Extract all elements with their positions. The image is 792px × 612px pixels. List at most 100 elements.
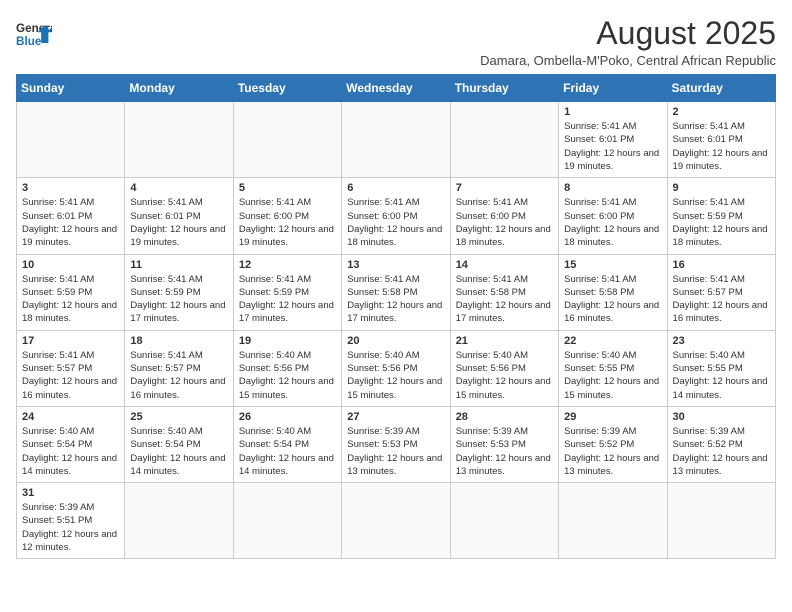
calendar-week-1: 1 Sunrise: 5:41 AM Sunset: 6:01 PM Daylig… — [17, 102, 776, 178]
day-number: 22 — [564, 335, 661, 347]
table-row: 16 Sunrise: 5:41 AM Sunset: 5:57 PM Dayli… — [667, 254, 775, 330]
table-row — [342, 483, 450, 559]
day-number: 30 — [673, 411, 770, 423]
day-info: Sunrise: 5:40 AM Sunset: 5:56 PM Dayligh… — [456, 349, 553, 402]
col-tuesday: Tuesday — [233, 75, 341, 102]
table-row: 18Sunrise: 5:41 AM Sunset: 5:57 PM Dayli… — [125, 330, 233, 406]
table-row: 29 Sunrise: 5:39 AM Sunset: 5:52 PM Dayli… — [559, 406, 667, 482]
table-row: 8 Sunrise: 5:41 AM Sunset: 6:00 PM Daylig… — [559, 178, 667, 254]
calendar-week-2: 3 Sunrise: 5:41 AM Sunset: 6:01 PM Daylig… — [17, 178, 776, 254]
svg-text:Blue: Blue — [16, 35, 42, 48]
day-info: Sunrise: 5:41 AM Sunset: 5:59 PM Dayligh… — [130, 273, 227, 326]
day-number: 3 — [22, 182, 119, 194]
table-row — [667, 483, 775, 559]
table-row: 21 Sunrise: 5:40 AM Sunset: 5:56 PM Dayli… — [450, 330, 558, 406]
day-info: Sunrise: 5:40 AM Sunset: 5:54 PM Dayligh… — [130, 425, 227, 478]
day-number: 10 — [22, 259, 119, 271]
calendar-week-5: 24 Sunrise: 5:40 AM Sunset: 5:54 PM Dayli… — [17, 406, 776, 482]
calendar-week-3: 10 Sunrise: 5:41 AM Sunset: 5:59 PM Dayli… — [17, 254, 776, 330]
table-row: 31 Sunrise: 5:39 AM Sunset: 5:51 PM Dayli… — [17, 483, 125, 559]
col-sunday: Sunday — [17, 75, 125, 102]
table-row — [450, 102, 558, 178]
calendar-week-6: 31 Sunrise: 5:39 AM Sunset: 5:51 PM Dayli… — [17, 483, 776, 559]
day-number: 28 — [456, 411, 553, 423]
table-row — [233, 102, 341, 178]
day-info: Sunrise: 5:41 AM Sunset: 6:00 PM Dayligh… — [347, 196, 444, 249]
col-wednesday: Wednesday — [342, 75, 450, 102]
day-info: Sunrise: 5:41 AM Sunset: 5:59 PM Dayligh… — [239, 273, 336, 326]
table-row: 25Sunrise: 5:40 AM Sunset: 5:54 PM Dayli… — [125, 406, 233, 482]
day-number: 2 — [673, 106, 770, 118]
location-subtitle: Damara, Ombella-M'Poko, Central African … — [480, 53, 776, 68]
day-info: Sunrise: 5:40 AM Sunset: 5:56 PM Dayligh… — [347, 349, 444, 402]
calendar-title-area: August 2025 Damara, Ombella-M'Poko, Cent… — [480, 16, 776, 68]
generalblue-logo-icon: General Blue — [16, 16, 52, 52]
day-number: 20 — [347, 335, 444, 347]
table-row — [450, 483, 558, 559]
day-info: Sunrise: 5:41 AM Sunset: 6:01 PM Dayligh… — [564, 120, 661, 173]
day-number: 16 — [673, 259, 770, 271]
table-row: 4 Sunrise: 5:41 AM Sunset: 6:01 PM Daylig… — [125, 178, 233, 254]
table-row — [559, 483, 667, 559]
day-info: Sunrise: 5:39 AM Sunset: 5:53 PM Dayligh… — [347, 425, 444, 478]
calendar-table: Sunday Monday Tuesday Wednesday Thursday… — [16, 74, 776, 559]
col-thursday: Thursday — [450, 75, 558, 102]
day-info: Sunrise: 5:41 AM Sunset: 5:58 PM Dayligh… — [456, 273, 553, 326]
table-row — [342, 102, 450, 178]
day-number: 18 — [130, 335, 227, 347]
day-info: Sunrise: 5:41 AM Sunset: 6:00 PM Dayligh… — [456, 196, 553, 249]
month-year-title: August 2025 — [480, 16, 776, 51]
day-number: 21 — [456, 335, 553, 347]
day-number: 8 — [564, 182, 661, 194]
table-row: 1 Sunrise: 5:41 AM Sunset: 6:01 PM Daylig… — [559, 102, 667, 178]
day-info: Sunrise: 5:41 AM Sunset: 5:59 PM Dayligh… — [673, 196, 770, 249]
day-number: 24 — [22, 411, 119, 423]
day-info: Sunrise: 5:41 AM Sunset: 5:57 PM Dayligh… — [22, 349, 119, 402]
day-info: Sunrise: 5:39 AM Sunset: 5:53 PM Dayligh… — [456, 425, 553, 478]
day-info: Sunrise: 5:41 AM Sunset: 5:58 PM Dayligh… — [347, 273, 444, 326]
day-info: Sunrise: 5:41 AM Sunset: 6:00 PM Dayligh… — [239, 196, 336, 249]
col-saturday: Saturday — [667, 75, 775, 102]
day-number: 1 — [564, 106, 661, 118]
table-row: 17 Sunrise: 5:41 AM Sunset: 5:57 PM Dayli… — [17, 330, 125, 406]
day-number: 19 — [239, 335, 336, 347]
table-row: 19Sunrise: 5:40 AM Sunset: 5:56 PM Dayli… — [233, 330, 341, 406]
table-row: 7 Sunrise: 5:41 AM Sunset: 6:00 PM Daylig… — [450, 178, 558, 254]
day-info: Sunrise: 5:40 AM Sunset: 5:55 PM Dayligh… — [673, 349, 770, 402]
table-row: 10Sunrise: 5:41 AM Sunset: 5:59 PM Dayli… — [17, 254, 125, 330]
table-row: 5 Sunrise: 5:41 AM Sunset: 6:00 PM Daylig… — [233, 178, 341, 254]
table-row: 28 Sunrise: 5:39 AM Sunset: 5:53 PM Dayli… — [450, 406, 558, 482]
day-info: Sunrise: 5:41 AM Sunset: 5:57 PM Dayligh… — [673, 273, 770, 326]
day-number: 17 — [22, 335, 119, 347]
table-row: 11Sunrise: 5:41 AM Sunset: 5:59 PM Dayli… — [125, 254, 233, 330]
table-row: 14Sunrise: 5:41 AM Sunset: 5:58 PM Dayli… — [450, 254, 558, 330]
day-number: 31 — [22, 487, 119, 499]
table-row — [125, 102, 233, 178]
day-number: 12 — [239, 259, 336, 271]
day-number: 7 — [456, 182, 553, 194]
table-row: 22 Sunrise: 5:40 AM Sunset: 5:55 PM Dayli… — [559, 330, 667, 406]
day-number: 29 — [564, 411, 661, 423]
day-info: Sunrise: 5:41 AM Sunset: 6:01 PM Dayligh… — [130, 196, 227, 249]
day-number: 26 — [239, 411, 336, 423]
table-row: 9Sunrise: 5:41 AM Sunset: 5:59 PM Daylig… — [667, 178, 775, 254]
day-info: Sunrise: 5:39 AM Sunset: 5:52 PM Dayligh… — [564, 425, 661, 478]
day-number: 6 — [347, 182, 444, 194]
calendar-header-row: Sunday Monday Tuesday Wednesday Thursday… — [17, 75, 776, 102]
table-row: 15Sunrise: 5:41 AM Sunset: 5:58 PM Dayli… — [559, 254, 667, 330]
day-number: 5 — [239, 182, 336, 194]
day-info: Sunrise: 5:40 AM Sunset: 5:55 PM Dayligh… — [564, 349, 661, 402]
day-number: 13 — [347, 259, 444, 271]
day-info: Sunrise: 5:39 AM Sunset: 5:52 PM Dayligh… — [673, 425, 770, 478]
table-row: 12 Sunrise: 5:41 AM Sunset: 5:59 PM Dayli… — [233, 254, 341, 330]
table-row: 20 Sunrise: 5:40 AM Sunset: 5:56 PM Dayli… — [342, 330, 450, 406]
table-row: 13 Sunrise: 5:41 AM Sunset: 5:58 PM Dayli… — [342, 254, 450, 330]
day-info: Sunrise: 5:40 AM Sunset: 5:54 PM Dayligh… — [22, 425, 119, 478]
day-info: Sunrise: 5:39 AM Sunset: 5:51 PM Dayligh… — [22, 501, 119, 554]
table-row: 26Sunrise: 5:40 AM Sunset: 5:54 PM Dayli… — [233, 406, 341, 482]
calendar-week-4: 17 Sunrise: 5:41 AM Sunset: 5:57 PM Dayli… — [17, 330, 776, 406]
day-number: 4 — [130, 182, 227, 194]
day-number: 27 — [347, 411, 444, 423]
day-info: Sunrise: 5:41 AM Sunset: 6:00 PM Dayligh… — [564, 196, 661, 249]
day-info: Sunrise: 5:41 AM Sunset: 5:58 PM Dayligh… — [564, 273, 661, 326]
